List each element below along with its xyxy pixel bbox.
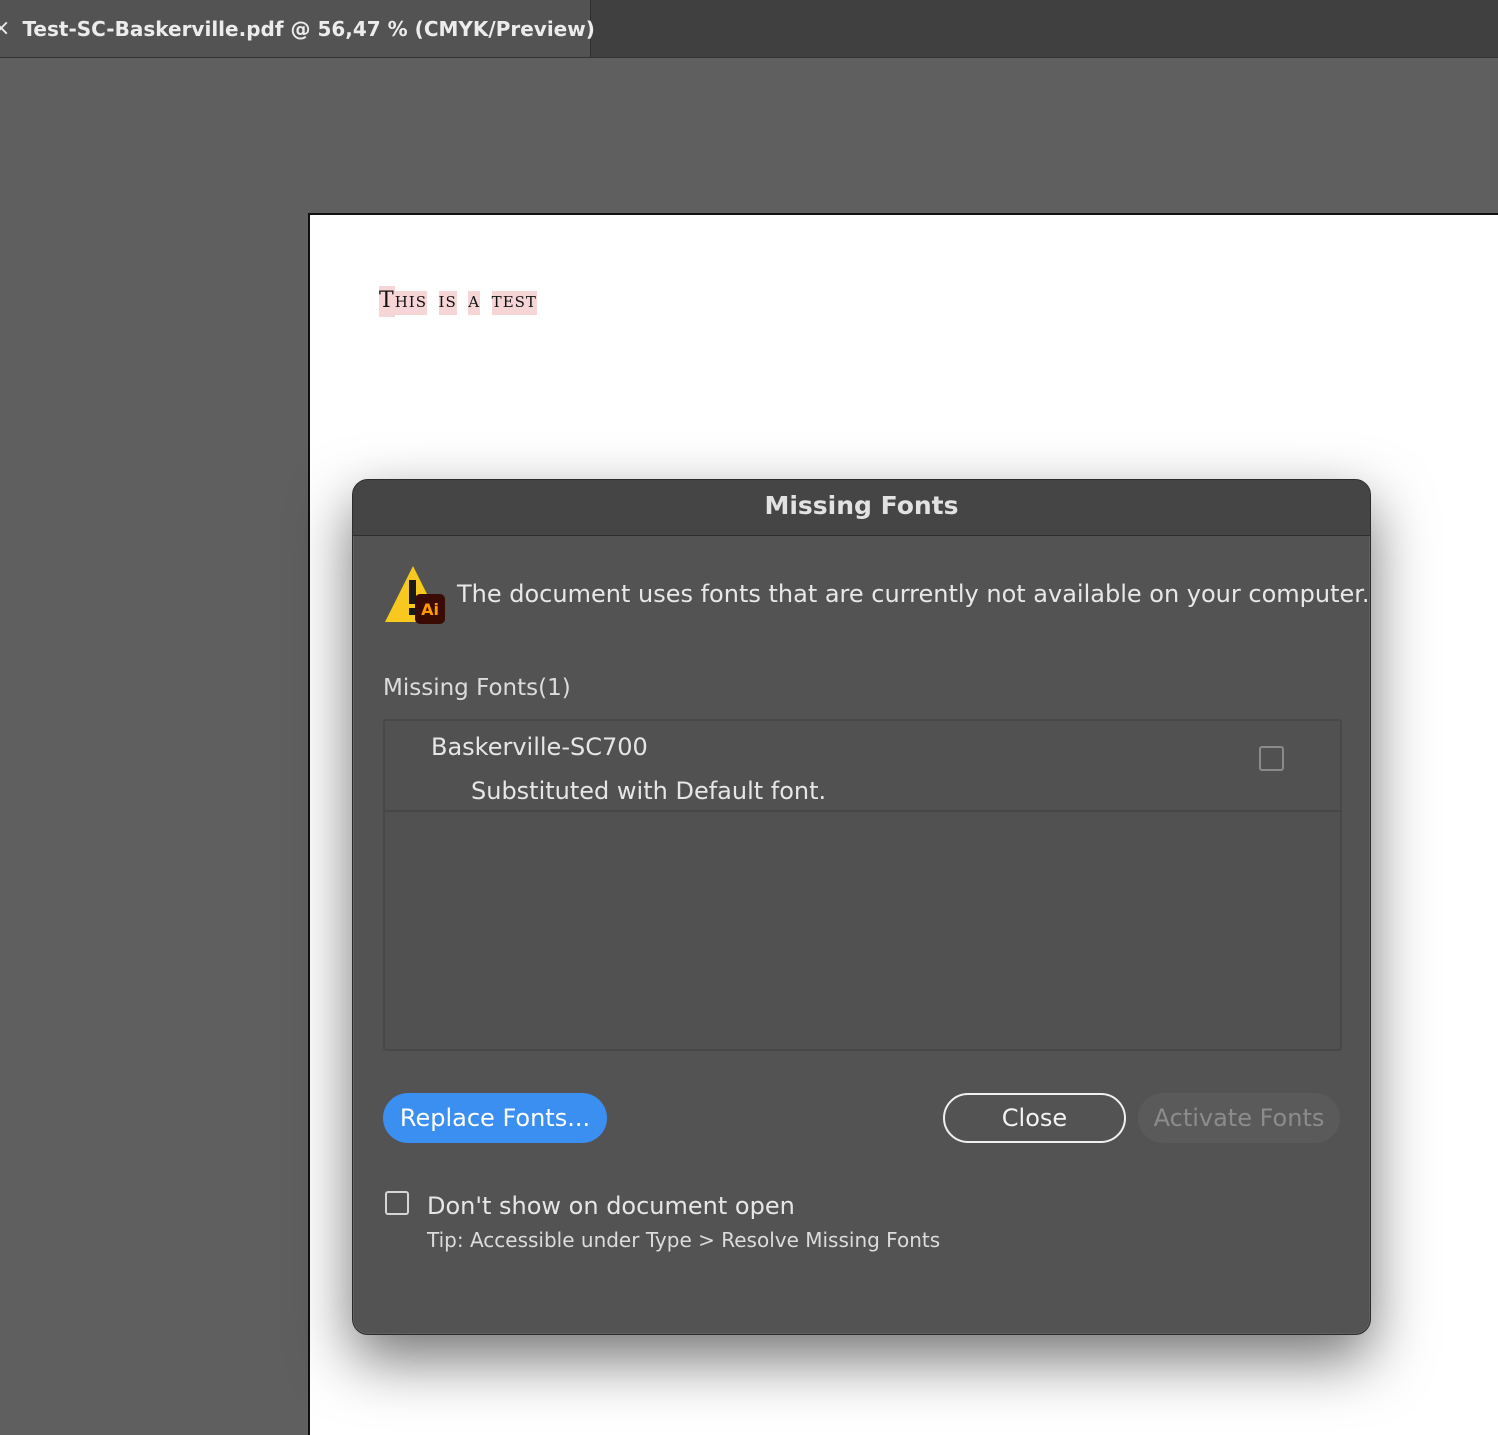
close-tab-icon[interactable]: × <box>0 16 10 41</box>
activate-fonts-button[interactable]: Activate Fonts <box>1138 1093 1340 1143</box>
doc-text-part: T <box>491 291 503 315</box>
font-substitution-status: Substituted with Default font. <box>471 777 827 805</box>
dialog-message: The document uses fonts that are current… <box>457 580 1370 608</box>
document-text[interactable]: THIS IS A TEST <box>379 286 537 317</box>
doc-text-part: A <box>468 291 481 315</box>
tip-text: Tip: Accessible under Type > Resolve Mis… <box>427 1228 941 1252</box>
dialog-title: Missing Fonts <box>353 480 1370 536</box>
missing-fonts-list[interactable]: Baskerville-SC700 Substituted with Defau… <box>383 719 1342 1051</box>
ai-badge-text: Ai <box>421 600 439 619</box>
doc-text-part: HIS <box>394 291 427 315</box>
font-name: Baskerville-SC700 <box>431 733 648 761</box>
missing-fonts-dialog: Missing Fonts Ai The document uses fonts… <box>352 479 1371 1335</box>
dont-show-label[interactable]: Don't show on document open <box>427 1192 795 1220</box>
doc-text-part: T <box>379 286 395 317</box>
document-tab[interactable]: × Test-SC-Baskerville.pdf @ 56,47 % (CMY… <box>0 0 595 57</box>
font-row[interactable]: Baskerville-SC700 Substituted with Defau… <box>385 721 1340 812</box>
warning-icon: Ai <box>385 566 445 624</box>
doc-text-part: IS <box>438 291 457 315</box>
font-select-checkbox[interactable] <box>1259 746 1284 771</box>
tab-title[interactable]: Test-SC-Baskerville.pdf @ 56,47 % (CMYK/… <box>22 17 594 41</box>
doc-text-part: EST <box>502 291 537 315</box>
document-tab-bar: × Test-SC-Baskerville.pdf @ 56,47 % (CMY… <box>0 0 1498 58</box>
replace-fonts-button[interactable]: Replace Fonts... <box>383 1093 607 1143</box>
close-button[interactable]: Close <box>943 1093 1126 1143</box>
dont-show-checkbox[interactable] <box>385 1191 409 1215</box>
missing-fonts-label: Missing Fonts(1) <box>383 675 571 701</box>
